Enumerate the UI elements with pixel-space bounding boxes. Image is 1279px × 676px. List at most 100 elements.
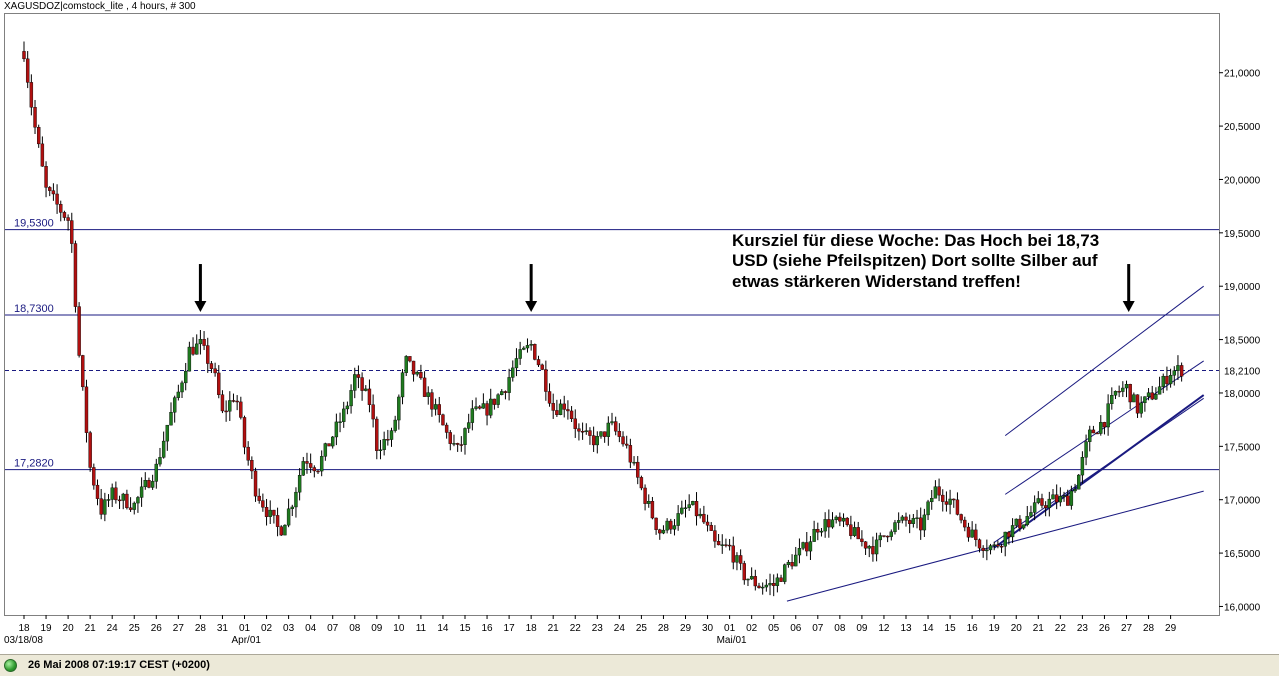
candle-body-155 — [591, 435, 596, 446]
candle-body-261 — [981, 547, 985, 551]
candle-body-307 — [1150, 392, 1154, 400]
trendline-4 — [1004, 285, 1204, 437]
candle-body-21 — [99, 498, 103, 515]
candle-body-241 — [907, 520, 912, 524]
candle-body-286 — [1073, 489, 1077, 492]
x-tick-label-15: 08 — [349, 623, 361, 634]
candle-body-315 — [1179, 365, 1184, 377]
candle-body-16 — [81, 355, 85, 388]
candle-body-27 — [121, 493, 125, 501]
candle-body-3 — [33, 107, 37, 128]
candle-body-186 — [705, 521, 710, 526]
candle-body-139 — [533, 344, 537, 360]
candle-body-251 — [944, 501, 949, 505]
candle-body-8 — [51, 190, 56, 195]
x-tick-label-26: 23 — [592, 623, 604, 634]
x-tick-label-45: 20 — [1011, 623, 1023, 634]
candle-body-136 — [522, 347, 526, 350]
candle-body-38 — [161, 440, 166, 458]
x-tick-label-0: 18 — [18, 623, 30, 634]
x-tick-label-37: 08 — [834, 623, 846, 634]
candle-body-70 — [279, 526, 283, 536]
candle-body-229 — [863, 541, 868, 549]
candle-body-270 — [1014, 518, 1018, 526]
candle-body-30 — [132, 502, 136, 510]
x-tick-label-33: 02 — [746, 623, 758, 634]
candle-body-128 — [492, 398, 497, 405]
candle-body-103 — [400, 372, 405, 398]
x-tick-label-13: 04 — [305, 623, 317, 634]
x-tick-label-43: 16 — [967, 623, 979, 634]
candle-body-292 — [1095, 432, 1099, 435]
candle-body-53 — [217, 372, 221, 395]
candle-body-62 — [250, 460, 254, 472]
candle-body-50 — [206, 345, 210, 364]
candle-body-164 — [625, 443, 629, 446]
arrow-head-0 — [194, 301, 207, 313]
candlesticks — [22, 41, 1184, 597]
candle-body-12 — [66, 217, 70, 221]
candle-body-88 — [345, 405, 350, 410]
candle-body-84 — [331, 436, 335, 447]
candle-body-172 — [654, 517, 658, 530]
x-tick-label-5: 25 — [129, 623, 141, 634]
candle-body-311 — [1165, 375, 1169, 385]
x-tick-label-16: 09 — [371, 623, 383, 634]
candle-body-234 — [882, 535, 886, 537]
candle-body-291 — [1091, 429, 1096, 434]
candle-body-142 — [544, 369, 548, 392]
candle-body-5 — [40, 143, 45, 167]
candle-body-199 — [753, 576, 758, 587]
arrow-head-2 — [1122, 301, 1135, 313]
x-tick-label-10: 01 — [239, 623, 251, 634]
candle-body-51 — [209, 363, 214, 369]
candle-body-137 — [525, 345, 530, 349]
candle-body-171 — [650, 501, 655, 519]
candle-body-265 — [996, 544, 1000, 547]
x-tick-label-1: 19 — [40, 623, 52, 634]
candle-body-66 — [264, 507, 269, 517]
candle-body-308 — [1154, 394, 1158, 400]
candle-body-161 — [613, 421, 618, 432]
candle-body-0 — [22, 51, 26, 60]
candle-body-235 — [885, 535, 890, 538]
candle-body-247 — [930, 498, 934, 503]
candle-body-29 — [128, 507, 133, 510]
candle-body-71 — [283, 524, 287, 536]
candle-body-131 — [503, 391, 508, 393]
candle-body-223 — [841, 517, 846, 522]
candle-body-33 — [143, 480, 147, 488]
candle-body-112 — [433, 404, 438, 410]
candle-body-188 — [713, 530, 717, 542]
candle-body-123 — [474, 406, 478, 409]
annotation-line-3: etwas stärkeren Widerstand treffen! — [732, 272, 1021, 291]
x-tick-label-50: 27 — [1121, 623, 1133, 634]
candle-body-147 — [562, 403, 566, 410]
y-tick-label-8: 20,0000 — [1224, 175, 1261, 186]
candle-body-25 — [114, 487, 118, 501]
candle-body-95 — [371, 404, 375, 420]
y-tick-label-2: 17,0000 — [1224, 496, 1261, 507]
x-tick-label-25: 22 — [570, 623, 582, 634]
candle-body-216 — [816, 529, 820, 533]
candle-body-278 — [1043, 505, 1048, 508]
candle-body-42 — [176, 391, 181, 398]
candle-body-170 — [647, 501, 651, 504]
candle-body-296 — [1110, 395, 1114, 404]
candle-body-98 — [382, 439, 386, 450]
candle-body-72 — [286, 508, 291, 526]
x-tick-label-39: 12 — [878, 623, 890, 634]
x-tick-label-28: 25 — [636, 623, 648, 634]
x-tick-label-52: 29 — [1165, 623, 1177, 634]
candle-body-111 — [430, 392, 434, 410]
x-tick-label-19: 14 — [437, 623, 449, 634]
candle-body-208 — [786, 562, 791, 565]
candle-body-144 — [551, 403, 555, 411]
candle-body-15 — [77, 306, 81, 356]
status-timestamp: 26 Mai 2008 07:19:17 CEST (+0200) — [28, 659, 210, 671]
candle-body-202 — [764, 584, 769, 588]
y-tick-label-3: 17,5000 — [1224, 442, 1261, 453]
x-tick-label-20: 15 — [459, 623, 471, 634]
candle-body-40 — [169, 412, 173, 426]
candle-body-236 — [889, 531, 893, 537]
